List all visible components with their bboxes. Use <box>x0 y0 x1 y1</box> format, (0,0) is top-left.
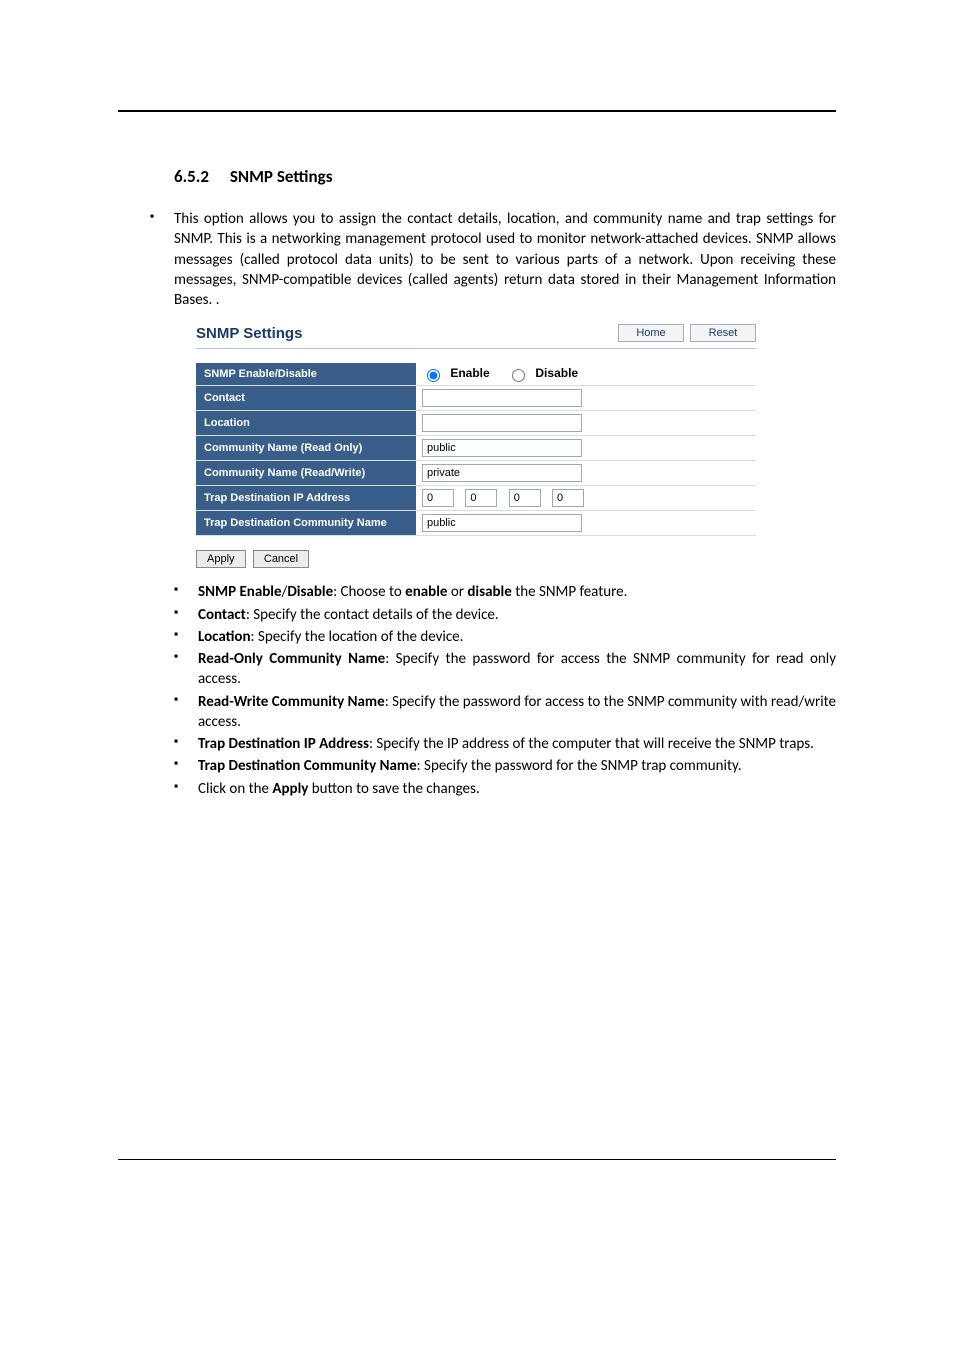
t: Contact <box>198 606 246 624</box>
label-trap-cn: Trap Destination Community Name <box>196 511 416 536</box>
trap-ip-octet-1[interactable] <box>422 489 454 507</box>
input-location[interactable] <box>422 414 582 432</box>
panel-title: SNMP Settings <box>196 325 612 342</box>
top-rule <box>118 110 836 112</box>
reset-button[interactable]: Reset <box>690 324 756 342</box>
t: SNMP Enable <box>198 583 282 601</box>
t: enable <box>405 583 447 601</box>
section-title: SNMP Settings <box>230 166 333 187</box>
row-location: Location <box>196 411 756 436</box>
bullet-apply: Click on the Apply button to save the ch… <box>118 779 836 799</box>
t: Read-Write Community Name <box>198 693 385 711</box>
t: disable <box>467 583 511 601</box>
input-trap-cn[interactable] <box>422 514 582 532</box>
panel-button-row: Apply Cancel <box>196 550 756 568</box>
apply-button[interactable]: Apply <box>196 550 246 568</box>
input-community-rw[interactable] <box>422 464 582 482</box>
home-button[interactable]: Home <box>618 324 684 342</box>
t: Click on the <box>198 780 272 798</box>
input-contact[interactable] <box>422 389 582 407</box>
settings-table: SNMP Enable/Disable Enable Disable Conta… <box>196 363 756 536</box>
bullet-enable: SNMP Enable/Disable: Choose to enable or… <box>118 582 836 602</box>
radio-disable[interactable] <box>512 369 525 382</box>
t: Read-Only Community Name <box>198 650 385 668</box>
row-trap-cn: Trap Destination Community Name <box>196 511 756 536</box>
t: : Specify the password for the SNMP trap… <box>417 757 742 775</box>
t: : Specify the contact details of the dev… <box>246 606 499 624</box>
cancel-button[interactable]: Cancel <box>253 550 309 568</box>
bullet-rw: Read-Write Community Name: Specify the p… <box>118 692 836 733</box>
radio-enable[interactable] <box>427 369 440 382</box>
trap-ip-octet-4[interactable] <box>552 489 584 507</box>
label-community-ro: Community Name (Read Only) <box>196 436 416 461</box>
section-heading: 6.5.2 SNMP Settings <box>174 166 836 187</box>
input-community-ro[interactable] <box>422 439 582 457</box>
description-list: SNMP Enable/Disable: Choose to enable or… <box>118 582 836 799</box>
t: Trap Destination IP Address <box>198 735 369 753</box>
trap-ip-group <box>422 490 592 504</box>
bullet-trapip: Trap Destination IP Address: Specify the… <box>118 734 836 754</box>
row-enable: SNMP Enable/Disable Enable Disable <box>196 363 756 386</box>
trap-ip-octet-2[interactable] <box>465 489 497 507</box>
t: Trap Destination Community Name <box>198 757 417 775</box>
section-number: 6.5.2 <box>174 166 226 187</box>
panel-header: SNMP Settings Home Reset <box>196 324 756 349</box>
intro-paragraph: This option allows you to assign the con… <box>118 209 836 310</box>
trap-ip-octet-3[interactable] <box>509 489 541 507</box>
t: or <box>447 583 467 601</box>
t: the SNMP feature. <box>512 583 628 601</box>
t: Apply <box>272 780 308 798</box>
label-enable: SNMP Enable/Disable <box>196 363 416 386</box>
t: : Choose to <box>333 583 405 601</box>
row-community-ro: Community Name (Read Only) <box>196 436 756 461</box>
label-trap-ip: Trap Destination IP Address <box>196 486 416 511</box>
label-contact: Contact <box>196 386 416 411</box>
radio-enable-label: Enable <box>450 366 489 380</box>
row-trap-ip: Trap Destination IP Address <box>196 486 756 511</box>
t: Location <box>198 628 251 646</box>
bullet-location: Location: Specify the location of the de… <box>118 627 836 647</box>
t: : Specify the IP address of the computer… <box>369 735 814 753</box>
t: : Specify the location of the device. <box>251 628 464 646</box>
t: Disable <box>287 583 333 601</box>
row-community-rw: Community Name (Read/Write) <box>196 461 756 486</box>
label-community-rw: Community Name (Read/Write) <box>196 461 416 486</box>
radio-disable-label: Disable <box>535 366 578 380</box>
label-location: Location <box>196 411 416 436</box>
snmp-settings-panel: SNMP Settings Home Reset SNMP Enable/Dis… <box>196 324 756 568</box>
bullet-trapcn: Trap Destination Community Name: Specify… <box>118 756 836 776</box>
t: button to save the changes. <box>308 780 479 798</box>
bottom-rule <box>118 1159 836 1160</box>
bullet-ro: Read-Only Community Name: Specify the pa… <box>118 649 836 690</box>
row-contact: Contact <box>196 386 756 411</box>
bullet-contact: Contact: Specify the contact details of … <box>118 605 836 625</box>
